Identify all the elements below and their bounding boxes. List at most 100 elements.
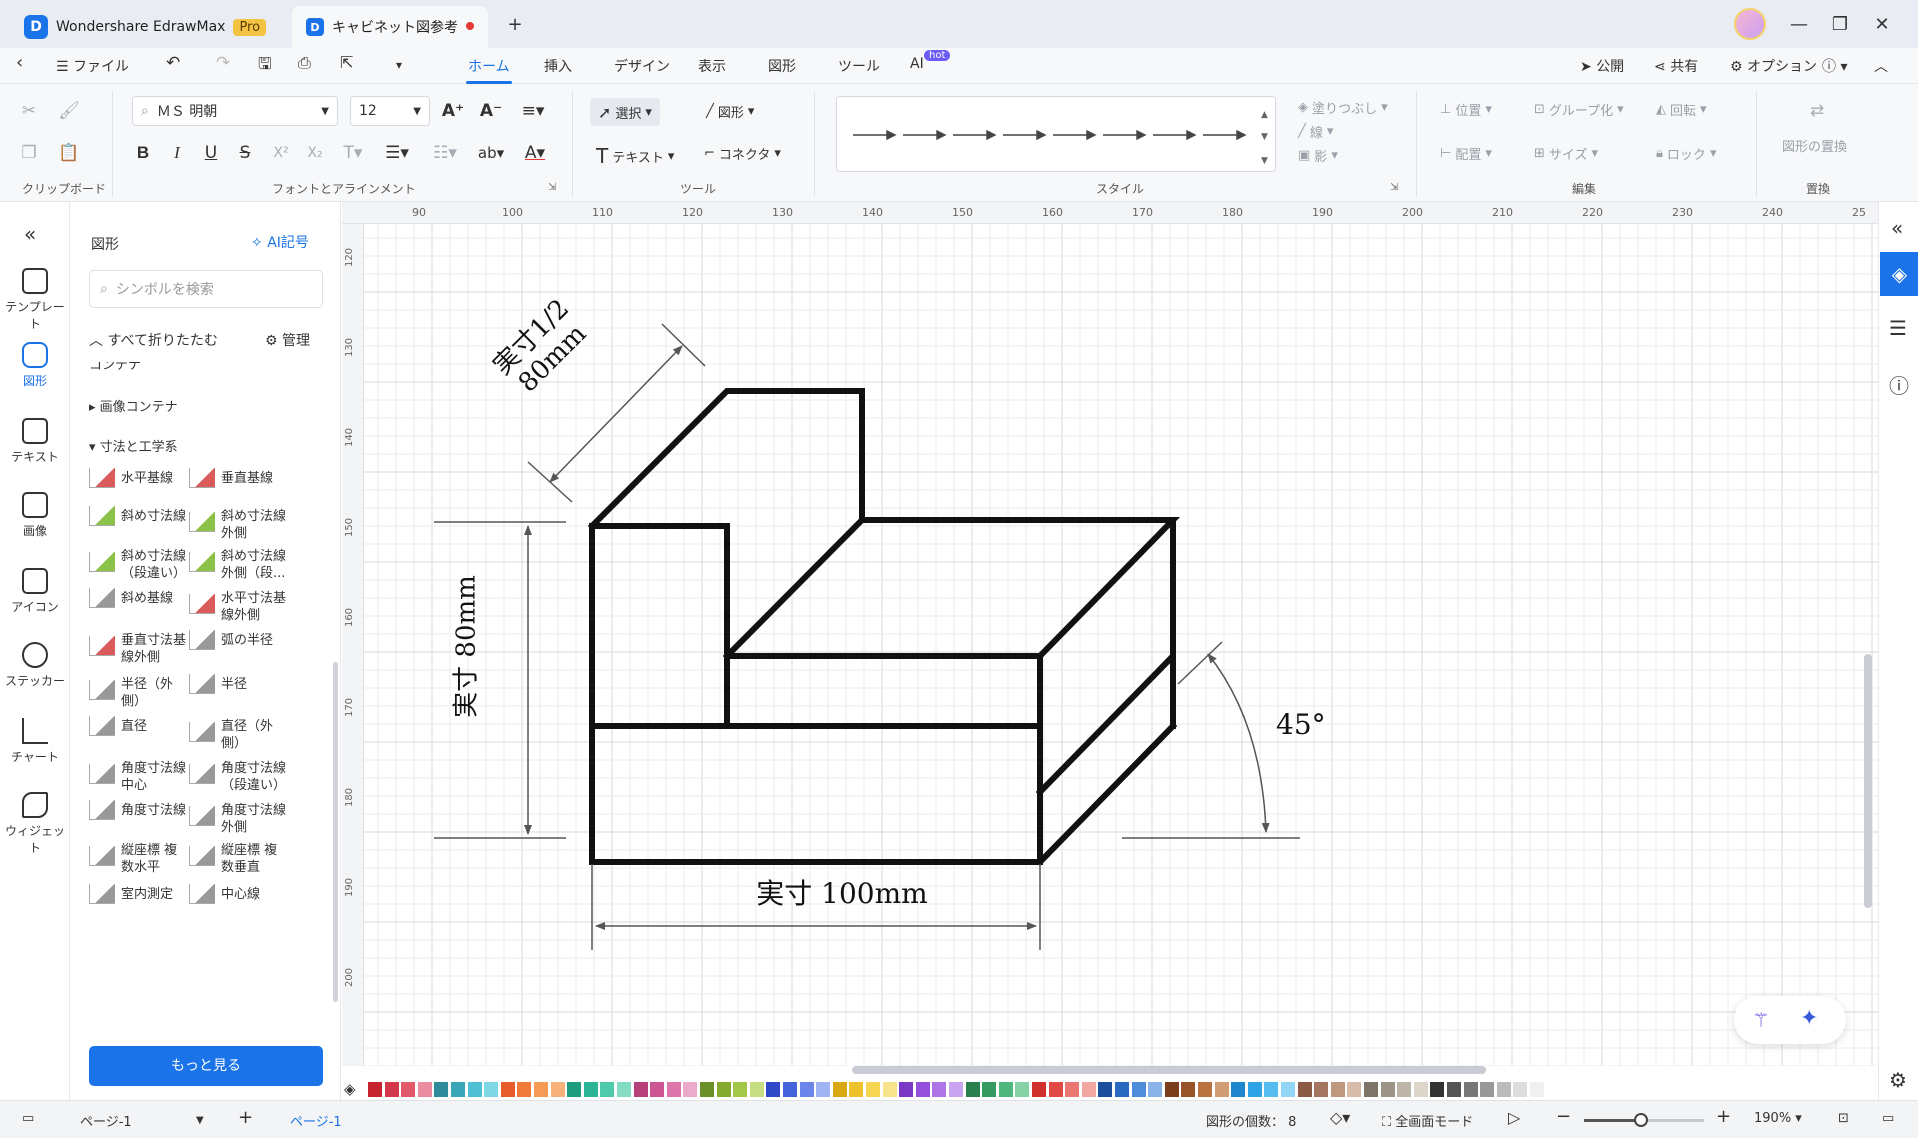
- expand-panel-icon[interactable]: «: [1891, 216, 1903, 240]
- font-color-icon[interactable]: A▾: [522, 140, 548, 166]
- dimension-symbol-icon[interactable]: [89, 800, 115, 820]
- color-swatch[interactable]: [1530, 1082, 1544, 1097]
- front-bottom-face[interactable]: [589, 723, 1043, 865]
- tab-insert[interactable]: 挿入: [544, 56, 572, 76]
- app-tab[interactable]: D Wondershare EdrawMax Pro: [10, 6, 280, 48]
- shape-tool-button[interactable]: ╱ 図形 ▾: [706, 102, 754, 121]
- dimension-symbol-icon[interactable]: [189, 884, 215, 904]
- color-swatch[interactable]: [1314, 1082, 1329, 1097]
- symbol-item[interactable]: 半径: [221, 676, 247, 693]
- color-swatch[interactable]: [716, 1082, 731, 1097]
- cut-icon[interactable]: ✂: [16, 98, 42, 124]
- connector-tool-button[interactable]: ⌐ コネクタ ▾: [704, 144, 781, 163]
- dimension-symbol-icon[interactable]: [89, 764, 115, 784]
- color-swatch[interactable]: [1164, 1082, 1179, 1097]
- color-swatch[interactable]: [1413, 1082, 1428, 1097]
- rail-widgets[interactable]: ウィジェット: [0, 792, 70, 856]
- color-swatch[interactable]: [1447, 1082, 1461, 1097]
- dimension-symbol-icon[interactable]: [189, 674, 215, 694]
- symbol-search-input[interactable]: ⌕ シンボルを検索: [89, 270, 323, 308]
- page-tab-1[interactable]: ページ-1: [290, 1111, 342, 1130]
- back-icon[interactable]: ‹: [16, 52, 23, 73]
- options-button[interactable]: ⚙ オプション: [1730, 56, 1817, 76]
- horizontal-scrollbar[interactable]: [852, 1066, 1486, 1074]
- symbol-item[interactable]: 垂直基線: [221, 470, 273, 487]
- angle-label[interactable]: 45°: [1276, 708, 1326, 741]
- color-swatch[interactable]: [633, 1082, 648, 1097]
- color-swatch[interactable]: [1032, 1082, 1046, 1097]
- symbol-item[interactable]: 斜め基線: [121, 590, 173, 607]
- color-swatch[interactable]: [799, 1082, 814, 1097]
- symbol-item[interactable]: 斜め寸法線: [121, 508, 186, 525]
- document-tab[interactable]: D キャビネット図参考: [292, 6, 488, 48]
- fit-width-icon[interactable]: ▭: [1882, 1111, 1894, 1126]
- shadow-button[interactable]: ▣ 影 ▾: [1298, 146, 1338, 165]
- cabinet-body[interactable]: [587, 388, 1181, 867]
- help-icon[interactable]: ⓘ: [1889, 370, 1909, 399]
- color-swatch[interactable]: [899, 1082, 914, 1097]
- color-swatch[interactable]: [401, 1082, 416, 1097]
- symbol-item[interactable]: 縦座標 複数垂直: [221, 842, 277, 876]
- bold-icon[interactable]: B: [130, 140, 156, 166]
- color-swatch[interactable]: [1347, 1082, 1362, 1097]
- color-swatch[interactable]: [384, 1082, 399, 1097]
- color-swatch[interactable]: [683, 1082, 698, 1097]
- symbol-item[interactable]: 縦座標 複数水平: [121, 842, 177, 876]
- more-icon[interactable]: ▾: [396, 58, 402, 72]
- line-button[interactable]: ╱ 線 ▾: [1298, 122, 1333, 141]
- color-swatch[interactable]: [534, 1082, 548, 1097]
- dimension-label-bottom[interactable]: 実寸 100mm: [712, 872, 972, 912]
- color-swatch[interactable]: [650, 1082, 665, 1097]
- color-swatch[interactable]: [1380, 1082, 1395, 1097]
- color-swatch[interactable]: [417, 1082, 432, 1097]
- text-tool-button[interactable]: T テキスト ▾: [596, 144, 674, 168]
- color-swatch[interactable]: [832, 1082, 847, 1097]
- play-icon[interactable]: ▷: [1508, 1108, 1520, 1127]
- replace-shape-icon[interactable]: ⇄: [1804, 98, 1830, 124]
- dimension-symbol-icon[interactable]: [89, 588, 115, 608]
- color-swatch[interactable]: [965, 1082, 980, 1097]
- color-swatch[interactable]: [766, 1082, 781, 1097]
- vertical-scrollbar[interactable]: [1864, 654, 1872, 908]
- color-swatch[interactable]: [1281, 1082, 1295, 1097]
- color-swatch[interactable]: [749, 1082, 764, 1097]
- zoom-slider[interactable]: [1584, 1113, 1704, 1127]
- size-button[interactable]: ⊞ サイズ ▾: [1534, 144, 1598, 163]
- maximize-icon[interactable]: ❐: [1826, 10, 1854, 38]
- increase-font-icon[interactable]: A⁺: [440, 98, 466, 124]
- layers-icon[interactable]: ◇▾: [1330, 1108, 1350, 1127]
- redo-icon[interactable]: ↷: [216, 53, 230, 73]
- canvas[interactable]: 実寸 80mm 実寸 100mm 実寸1/2 80mm 45° ⚚ ✦: [342, 202, 1878, 1066]
- color-swatch[interactable]: [1264, 1082, 1279, 1097]
- color-swatch[interactable]: [1330, 1082, 1345, 1097]
- panel-scrollbar[interactable]: [333, 662, 338, 1002]
- color-swatch[interactable]: [617, 1082, 631, 1097]
- replace-shape-label[interactable]: 図形の置換: [1782, 136, 1847, 155]
- zoom-level[interactable]: 190% ▾: [1754, 1111, 1802, 1126]
- strikethrough-icon[interactable]: S: [232, 140, 258, 166]
- add-page-icon[interactable]: +: [238, 1107, 253, 1128]
- color-swatch[interactable]: [1247, 1082, 1262, 1097]
- minimize-icon[interactable]: —: [1785, 10, 1813, 38]
- color-swatch[interactable]: [733, 1082, 748, 1097]
- dimension-symbol-icon[interactable]: [89, 846, 115, 866]
- color-swatch[interactable]: [567, 1082, 582, 1097]
- magic-wand-icon[interactable]: ⚚: [1752, 1008, 1770, 1032]
- color-swatch[interactable]: [1297, 1082, 1312, 1097]
- text-align-icon[interactable]: ≡▾: [520, 98, 546, 124]
- bottom-side-edge[interactable]: [1035, 721, 1178, 867]
- group-button[interactable]: ⊡ グループ化 ▾: [1534, 100, 1624, 119]
- tab-view[interactable]: 表示: [698, 56, 726, 76]
- color-swatch[interactable]: [849, 1082, 864, 1097]
- format-panel-icon[interactable]: ◈: [1880, 252, 1918, 296]
- dimension-symbol-icon[interactable]: [189, 512, 215, 532]
- color-swatch[interactable]: [1214, 1082, 1229, 1097]
- dimension-symbol-icon[interactable]: [89, 680, 115, 700]
- color-swatch[interactable]: [434, 1082, 449, 1097]
- select-tool-button[interactable]: ➚ 選択 ▾: [590, 98, 660, 126]
- chevron-down-icon[interactable]: ▼: [196, 1115, 204, 1126]
- color-swatch[interactable]: [1496, 1082, 1511, 1097]
- color-swatch[interactable]: [1148, 1082, 1163, 1097]
- color-swatch[interactable]: [1364, 1082, 1378, 1097]
- color-swatch[interactable]: [932, 1082, 947, 1097]
